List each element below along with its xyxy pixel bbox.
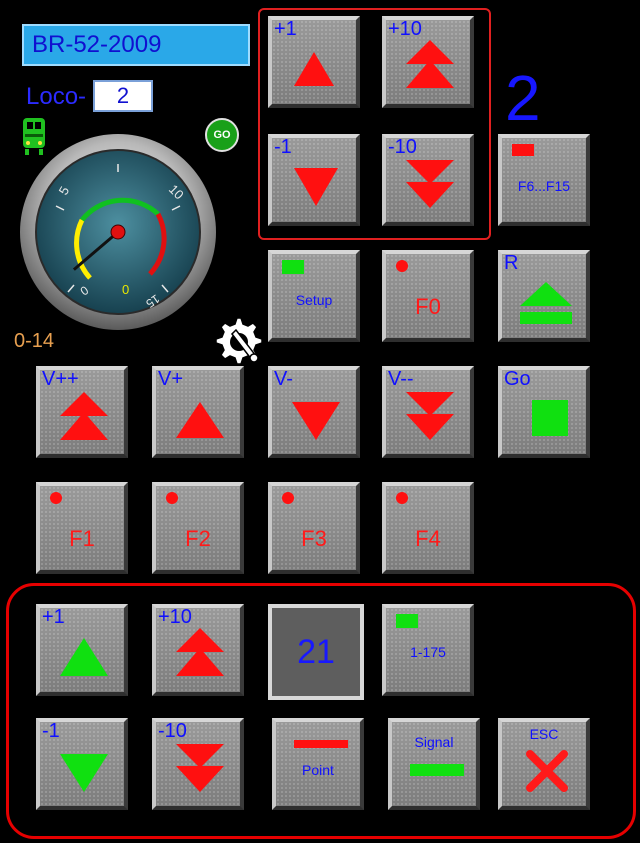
function-f3-button[interactable]: F3 [268, 482, 360, 574]
double-arrow-down-icon [176, 744, 224, 792]
function-f2-button[interactable]: F2 [152, 482, 244, 574]
functions-range-label: F6...F15 [517, 178, 571, 194]
accessory-decrement-1-button[interactable]: -1 [36, 718, 128, 810]
current-value-display: 2 [505, 62, 541, 134]
accessory-range-button[interactable]: 1-175 [382, 604, 474, 696]
speed-down-button[interactable]: V- [268, 366, 360, 458]
function-f2-label: F2 [185, 526, 211, 551]
arrow-up-icon [60, 638, 108, 676]
status-led [396, 614, 418, 628]
status-led [282, 260, 304, 274]
speed-up-fast-label: V++ [42, 368, 79, 390]
speed-down-label: V- [274, 368, 293, 390]
increment-1-label: +1 [274, 18, 297, 40]
arrow-down-icon [292, 402, 340, 440]
speed-up-fast-button[interactable]: V++ [36, 366, 128, 458]
double-arrow-up-icon [176, 628, 224, 676]
signal-label: Signal [414, 734, 454, 750]
functions-f6-f15-button[interactable]: F6...F15 [498, 134, 590, 226]
double-arrow-up-icon [406, 40, 454, 88]
escape-button[interactable]: ESC [498, 718, 590, 810]
go-label: Go [504, 368, 531, 390]
gauge-hub [110, 224, 126, 240]
function-f3-label: F3 [301, 526, 327, 551]
function-led [396, 492, 408, 504]
setup-button[interactable]: Setup [268, 250, 360, 342]
settings-gear-icon[interactable] [208, 312, 266, 370]
arrow-down-icon [60, 754, 108, 792]
loco-address-input[interactable]: 2 [93, 80, 153, 112]
accessory-increment-1-button[interactable]: +1 [36, 604, 128, 696]
setup-label: Setup [295, 292, 333, 308]
double-arrow-down-icon [406, 160, 454, 208]
decrement-1-button[interactable]: -1 [268, 134, 360, 226]
speed-range-label: 0-14 [14, 330, 55, 352]
speed-down-fast-button[interactable]: V-- [382, 366, 474, 458]
reverse-button[interactable]: R [498, 250, 590, 342]
signal-indicator-icon [410, 764, 464, 776]
accessory-increment-10-button[interactable]: +10 [152, 604, 244, 696]
close-icon [526, 750, 568, 792]
loco-label: Loco- [26, 83, 87, 110]
accessory-number-display: 21 [268, 604, 364, 700]
eject-direction-icon [520, 282, 572, 324]
gauge-value-0: 0 [122, 282, 129, 297]
go-button[interactable]: Go [498, 366, 590, 458]
speed-up-label: V+ [158, 368, 184, 390]
loco-name-field[interactable]: BR-52-2009 [22, 24, 250, 66]
go-square-icon [532, 400, 568, 436]
accessory-decrement-10-label: -10 [158, 720, 187, 742]
arrow-up-icon [176, 402, 224, 438]
f0-button[interactable]: F0 [382, 250, 474, 342]
speed-down-fast-label: V-- [388, 368, 414, 390]
double-arrow-up-icon [60, 392, 108, 440]
f0-label: F0 [415, 294, 441, 319]
function-led [396, 260, 408, 272]
function-led [166, 492, 178, 504]
point-button[interactable]: Point [272, 718, 364, 810]
decrement-10-button[interactable]: -10 [382, 134, 474, 226]
function-f1-button[interactable]: F1 [36, 482, 128, 574]
status-led [512, 144, 534, 156]
accessory-increment-1-label: +1 [42, 606, 65, 628]
arrow-up-icon [294, 52, 334, 86]
accessory-decrement-10-button[interactable]: -10 [152, 718, 244, 810]
point-indicator-icon [294, 740, 348, 748]
decrement-1-label: -1 [274, 136, 292, 158]
point-label: Point [302, 762, 334, 778]
increment-1-button[interactable]: +1 [268, 16, 360, 108]
double-arrow-down-icon [406, 392, 454, 440]
function-f1-label: F1 [69, 526, 95, 551]
increment-10-button[interactable]: +10 [382, 16, 474, 108]
speedometer-gauge: 0 5 10 15 0 [20, 134, 216, 330]
escape-label: ESC [529, 726, 559, 742]
function-led [50, 492, 62, 504]
accessory-range-label: 1-175 [410, 644, 446, 660]
reverse-label: R [504, 252, 519, 274]
function-led [282, 492, 294, 504]
decrement-10-label: -10 [388, 136, 417, 158]
accessory-decrement-1-label: -1 [42, 720, 60, 742]
speed-up-button[interactable]: V+ [152, 366, 244, 458]
signal-button[interactable]: Signal [388, 718, 480, 810]
arrow-down-icon [294, 168, 338, 206]
function-f4-label: F4 [415, 526, 441, 551]
function-f4-button[interactable]: F4 [382, 482, 474, 574]
